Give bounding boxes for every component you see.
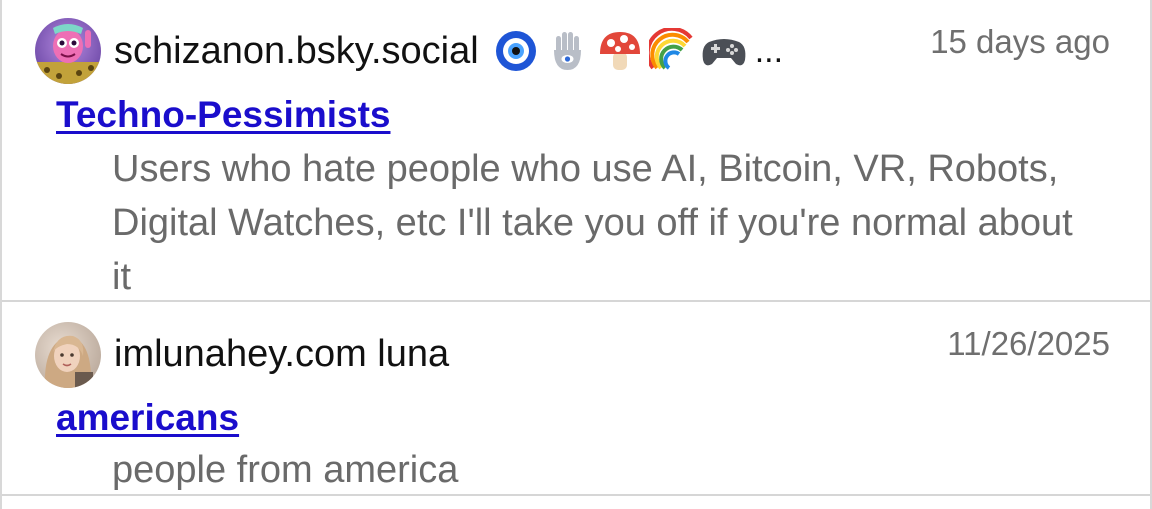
nazar-amulet-icon bbox=[495, 31, 536, 71]
avatar[interactable] bbox=[35, 322, 101, 388]
author-name[interactable]: imlunahey.com luna bbox=[114, 332, 449, 376]
list-item[interactable]: schizanon.bsky.social ... 15 days ago Te… bbox=[2, 0, 1150, 302]
timestamp: 15 days ago bbox=[930, 23, 1110, 60]
avatar-pink-character-icon bbox=[35, 18, 101, 84]
author-handle[interactable]: imlunahey.com luna bbox=[114, 332, 449, 376]
author-handle[interactable]: schizanon.bsky.social ... bbox=[114, 28, 783, 74]
hamsa-icon bbox=[553, 32, 581, 70]
list-title-link[interactable]: americans bbox=[56, 397, 239, 439]
author-overflow-ellipsis: ... bbox=[754, 32, 784, 70]
timestamp: 11/26/2025 bbox=[947, 325, 1110, 362]
list-item[interactable]: imlunahey.com luna 11/26/2025 americans … bbox=[2, 302, 1150, 496]
author-name[interactable]: schizanon.bsky.social bbox=[114, 29, 479, 73]
mushroom-icon bbox=[599, 32, 640, 70]
list-description: Users who hate people who use AI, Bitcoi… bbox=[112, 148, 1073, 298]
author-emoji-group: ... bbox=[493, 28, 783, 74]
list-description: people from america bbox=[112, 449, 459, 491]
avatar[interactable] bbox=[35, 18, 101, 84]
game-controller-icon bbox=[702, 39, 746, 66]
list-title-link[interactable]: Techno-Pessimists bbox=[56, 94, 390, 136]
rainbow-icon bbox=[648, 28, 693, 70]
avatar-photo-person-icon bbox=[35, 322, 101, 388]
